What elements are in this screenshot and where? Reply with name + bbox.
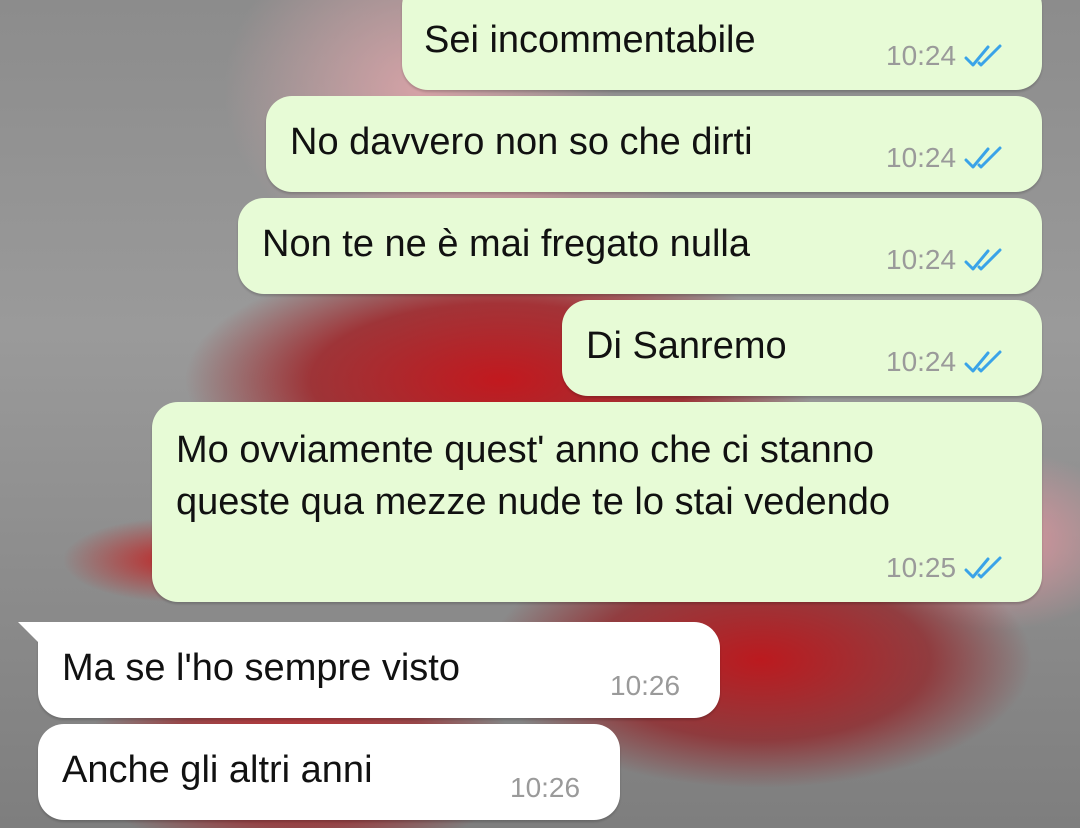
message-bubble-outgoing[interactable]: No davvero non so che dirti 10:24 — [266, 96, 1042, 192]
message-text: Anche gli altri anni — [62, 749, 373, 791]
message-time: 10:24 — [886, 142, 957, 173]
message-bubble-outgoing[interactable]: Non te ne è mai fregato nulla 10:24 — [238, 198, 1042, 294]
message-time: 10:24 — [886, 244, 957, 275]
message-text: Sei incommentabile — [424, 19, 756, 61]
double-check-icon — [964, 146, 1002, 169]
message-time: 10:26 — [610, 670, 681, 701]
double-check-icon — [964, 248, 1002, 271]
message-text-line-1: Mo ovviamente quest' anno che ci stanno — [176, 429, 875, 471]
message-bubble-outgoing[interactable]: Di Sanremo 10:24 — [562, 300, 1042, 396]
message-bubble-incoming[interactable]: Anche gli altri anni 10:26 — [38, 724, 620, 820]
message-bubble-incoming[interactable]: Ma se l'ho sempre visto 10:26 — [18, 622, 720, 718]
double-check-icon — [964, 44, 1002, 67]
message-meta: 10:26 — [510, 772, 580, 804]
bubble-tail — [1034, 0, 1056, 2]
message-text: Di Sanremo — [586, 325, 787, 367]
message-text-line-2: queste qua mezze nude te lo stai vedendo — [176, 481, 891, 523]
message-bubble-outgoing[interactable]: Mo ovviamente quest' anno che ci stanno … — [152, 402, 1042, 602]
message-text: Ma se l'ho sempre visto — [62, 647, 460, 689]
double-check-icon — [964, 556, 1002, 579]
message-time: 10:25 — [886, 552, 957, 583]
message-meta: 10:24 — [886, 346, 1004, 378]
message-meta: 10:25 — [886, 552, 1004, 584]
double-check-icon — [964, 350, 1002, 373]
message-meta: 10:24 — [886, 244, 1004, 276]
message-time: 10:24 — [886, 40, 957, 71]
message-meta: 10:24 — [886, 142, 1004, 174]
bubble-tail — [18, 622, 40, 644]
message-meta: 10:24 — [886, 40, 1004, 72]
message-time: 10:26 — [510, 772, 581, 803]
message-text: Non te ne è mai fregato nulla — [262, 223, 750, 265]
message-bubble-outgoing[interactable]: Sei incommentabile 10:24 — [402, 0, 1056, 90]
message-text: No davvero non so che dirti — [290, 121, 753, 163]
message-time: 10:24 — [886, 346, 957, 377]
chat-view: Sei incommentabile 10:24 No davvero non … — [0, 0, 1080, 828]
message-meta: 10:26 — [610, 670, 680, 702]
